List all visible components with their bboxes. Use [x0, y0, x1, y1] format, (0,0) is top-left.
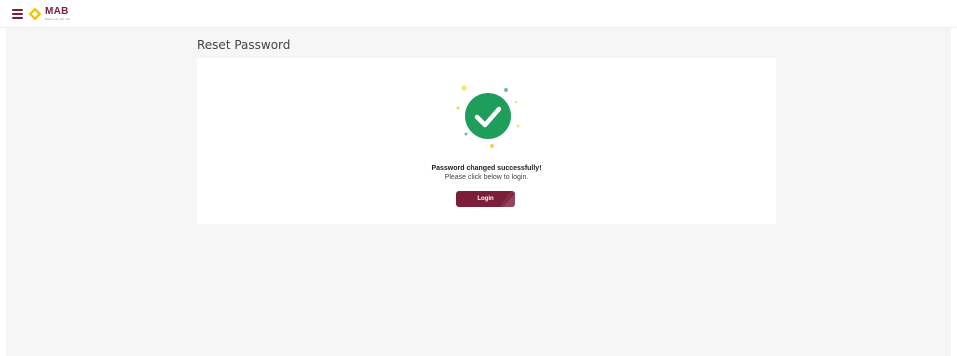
- main-content: Reset Password Password changed successf…: [6, 28, 951, 356]
- logo-tagline: Bank only with You: [45, 17, 71, 21]
- bank-logo[interactable]: MAB Bank only with You: [28, 6, 70, 24]
- reset-success-card: Password changed successfully! Please cl…: [197, 58, 776, 224]
- logo-text: MAB: [45, 6, 69, 17]
- login-button[interactable]: Login: [456, 191, 515, 207]
- top-bar: MAB Bank only with You: [0, 0, 957, 28]
- logo-diamond-icon: [28, 7, 42, 21]
- success-check-icon: [456, 85, 520, 148]
- success-message-title: Password changed successfully!: [431, 165, 542, 172]
- page-title: Reset Password: [197, 38, 291, 52]
- success-message-subtitle: Please click below to login.: [444, 174, 529, 181]
- hamburger-menu-icon[interactable]: [12, 9, 23, 19]
- login-button-label: Login: [477, 196, 494, 202]
- button-sheen-decoration: [499, 191, 515, 207]
